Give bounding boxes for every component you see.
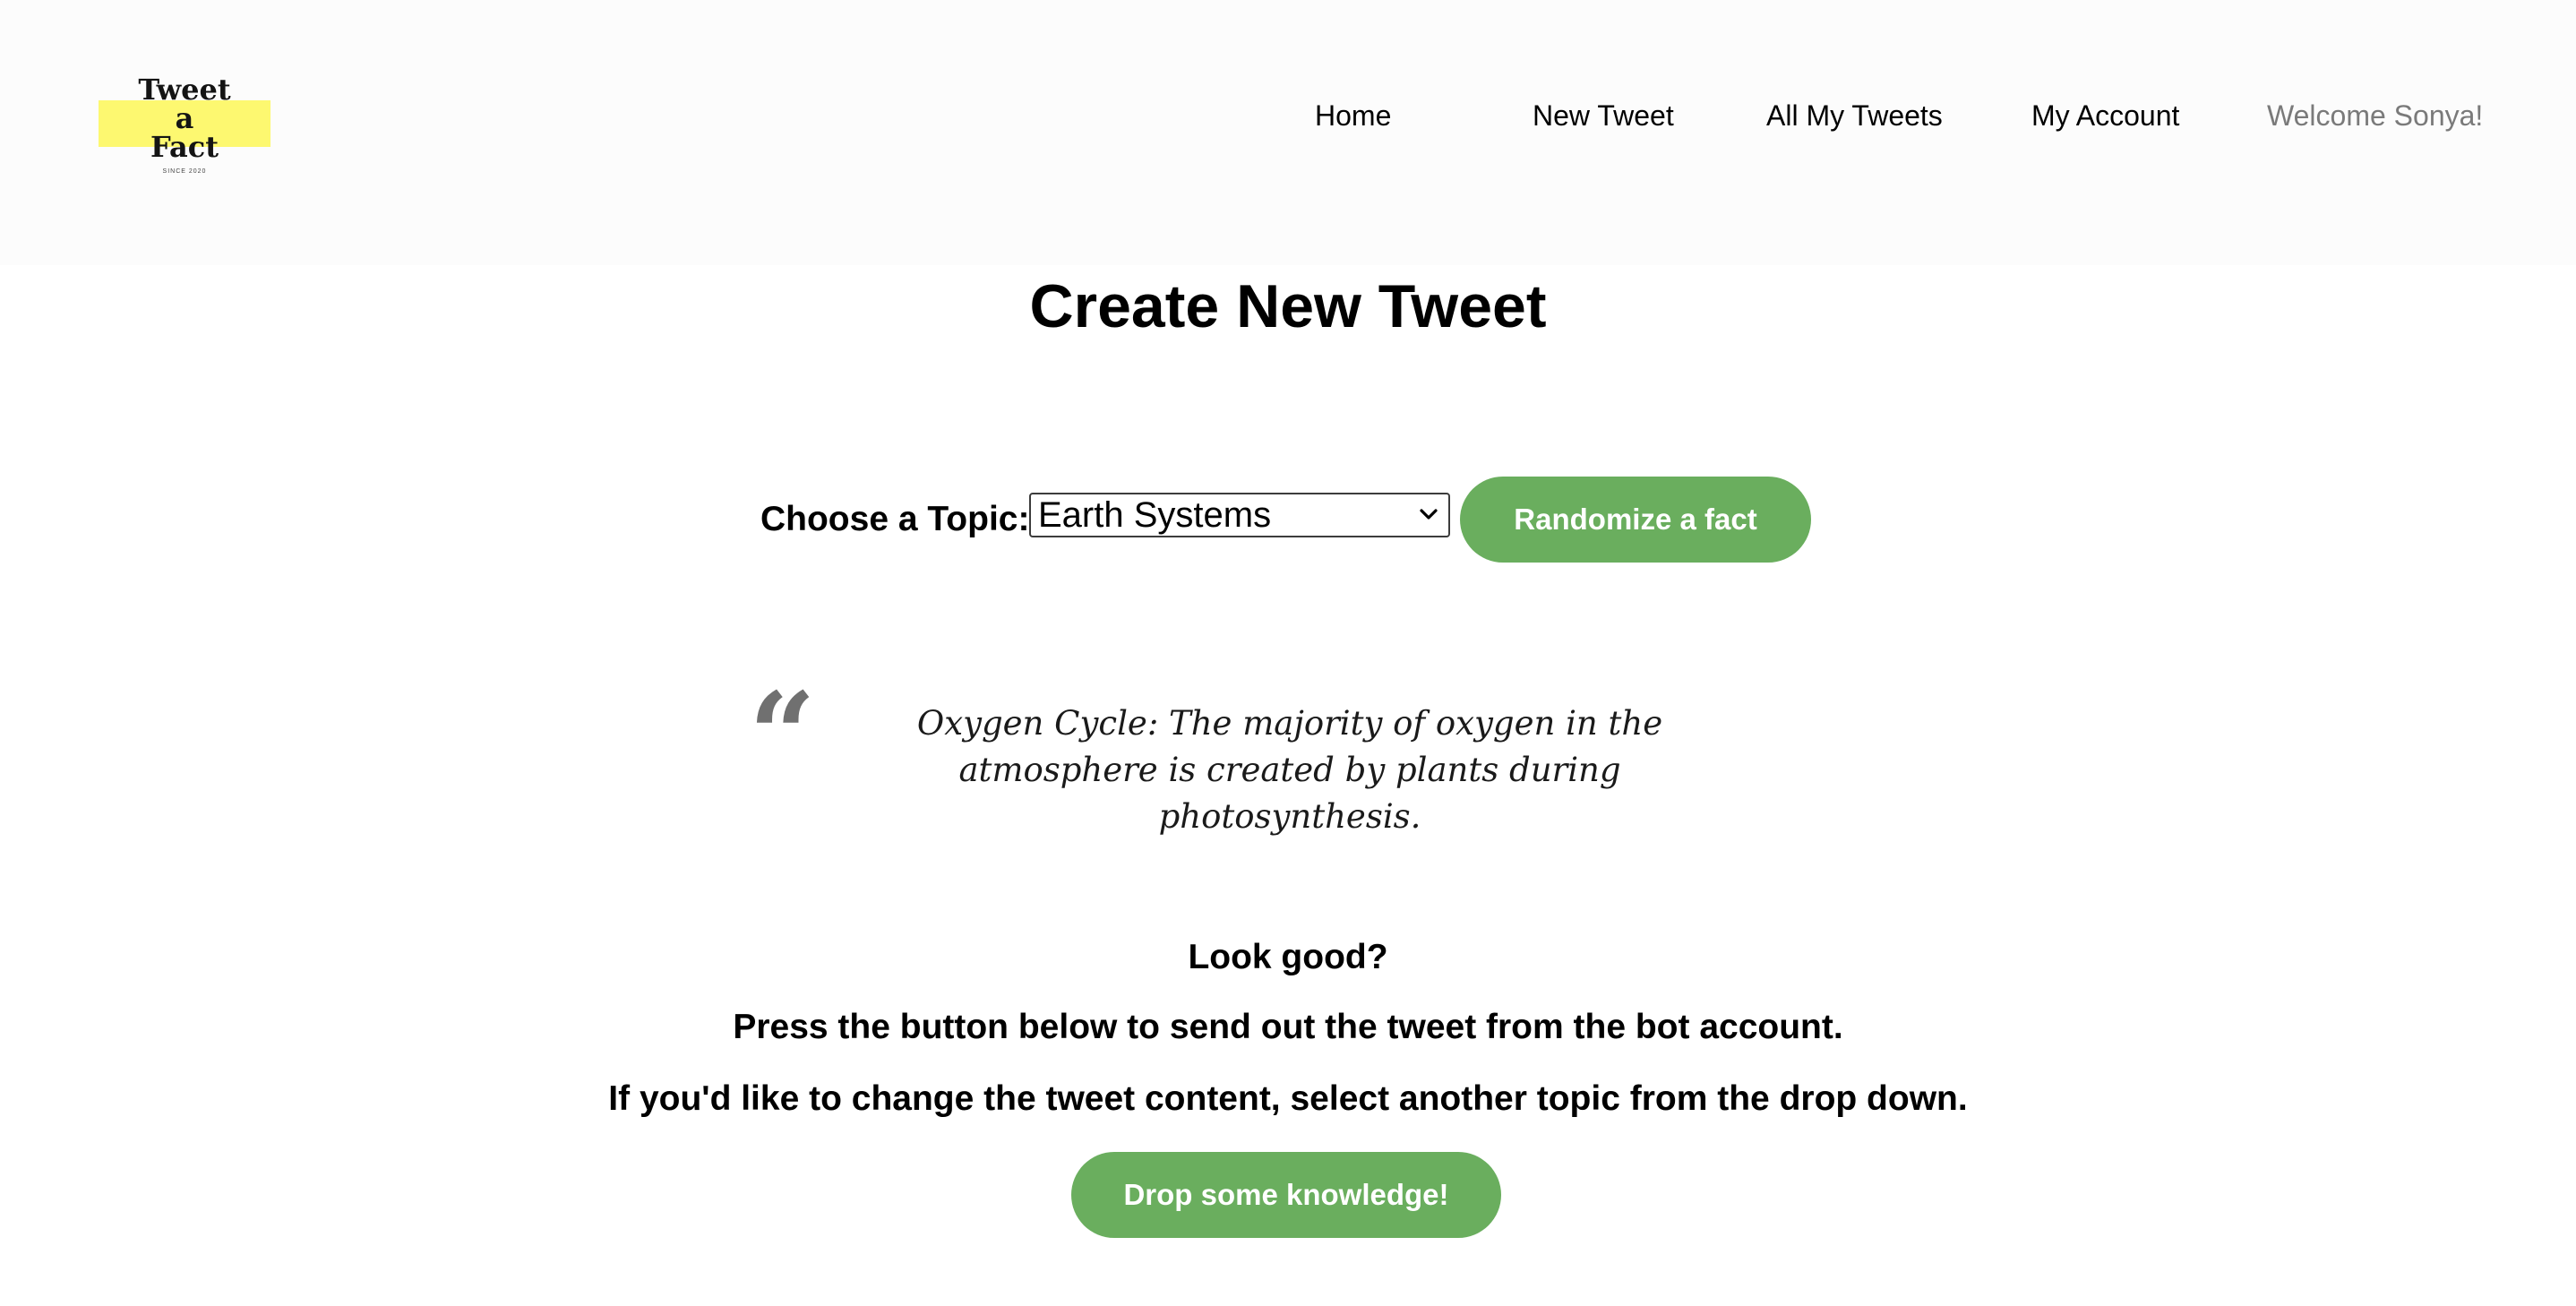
logo-line-3: Fact	[150, 130, 219, 164]
topic-select[interactable]: Earth Systems	[1029, 493, 1450, 537]
fact-text: Oxygen Cycle: The majority of oxygen in …	[916, 704, 1663, 836]
fact-quote: “ Oxygen Cycle: The majority of oxygen i…	[734, 677, 1845, 837]
instruction-send: Press the button below to send out the t…	[733, 1008, 1843, 1046]
nav-new-tweet-link[interactable]: New Tweet	[1533, 97, 1674, 134]
tweet-a-fact-logo[interactable]: Tweet a Fact SINCE 2020	[99, 75, 270, 179]
logo-line-2: a	[175, 101, 194, 135]
page-title: Create New Tweet	[1029, 272, 1547, 340]
instruction-change: If you'd like to change the tweet conten…	[608, 1079, 1968, 1118]
top-navbar: Tweet a Fact SINCE 2020 Home New Tweet A…	[0, 0, 2576, 265]
quote-mark-icon: “	[749, 666, 816, 803]
logo-since: SINCE 2020	[162, 168, 207, 175]
look-good-heading: Look good?	[1188, 938, 1388, 976]
topic-select-value: Earth Systems	[1038, 495, 1272, 535]
nav-all-my-tweets-link[interactable]: All My Tweets	[1766, 97, 1943, 134]
chevron-down-icon	[1420, 509, 1438, 520]
topic-row: Choose a Topic: Earth Systems	[0, 477, 2576, 563]
welcome-message: Welcome Sonya!	[2267, 99, 2484, 132]
randomize-fact-button[interactable]: Randomize a fact	[1460, 477, 1811, 563]
nav-my-account-link[interactable]: My Account	[2031, 97, 2179, 134]
logo-line-1: Tweet	[138, 73, 231, 107]
drop-knowledge-button[interactable]: Drop some knowledge!	[1071, 1152, 1501, 1238]
logo-wordmark: Tweet a Fact	[99, 75, 270, 161]
nav-home-link[interactable]: Home	[1315, 97, 1391, 134]
topic-label: Choose a Topic:	[760, 500, 1030, 538]
